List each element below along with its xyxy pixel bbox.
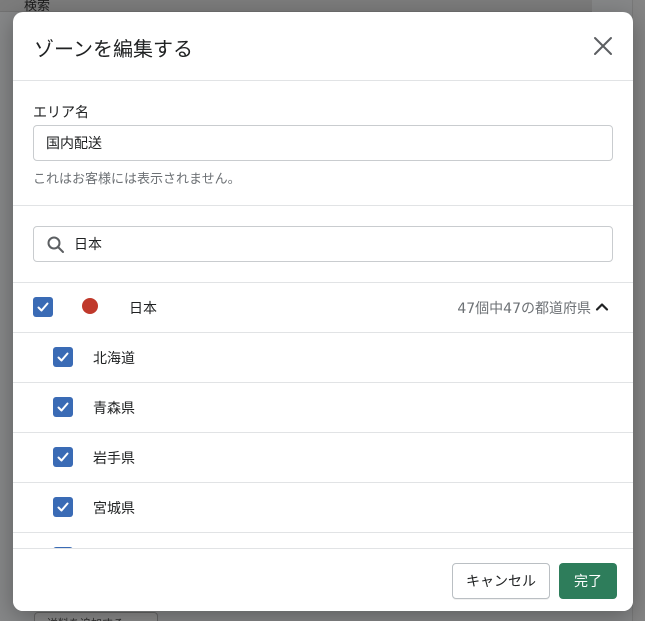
prefecture-row-partial[interactable] [13, 533, 633, 549]
region-list[interactable]: 日本 47個中47の都道府県 北海道 青森県 岩手県 宮城県 [13, 283, 633, 549]
close-icon [594, 37, 612, 55]
edit-zone-modal: ゾーンを編集する エリア名 これはお客様には表示されません。 日本 47個 [13, 12, 633, 611]
modal-header: ゾーンを編集する [13, 12, 633, 81]
chevron-up-icon[interactable] [594, 299, 610, 315]
japan-flag-icon [82, 298, 98, 314]
country-name: 日本 [129, 301, 157, 317]
search-icon [47, 236, 64, 253]
country-search-input[interactable] [74, 227, 604, 261]
checkmark-icon [37, 302, 49, 312]
prefecture-checkbox[interactable] [53, 397, 73, 417]
prefecture-row[interactable]: 宮城県 [13, 483, 633, 533]
modal-footer: キャンセル 完了 [13, 548, 633, 611]
country-row-japan[interactable]: 日本 47個中47の都道府県 [13, 283, 633, 333]
area-name-label: エリア名 [33, 105, 89, 121]
prefecture-name: 北海道 [93, 351, 135, 367]
checkmark-icon [57, 402, 69, 412]
checkmark-icon [57, 452, 69, 462]
prefecture-row[interactable]: 岩手県 [13, 433, 633, 483]
prefecture-name: 宮城県 [93, 501, 135, 517]
close-button[interactable] [591, 34, 615, 58]
prefecture-row[interactable]: 北海道 [13, 333, 633, 383]
area-name-section: エリア名 これはお客様には表示されません。 [13, 81, 633, 206]
country-checkbox[interactable] [33, 297, 53, 317]
country-search-section [13, 206, 633, 283]
prefecture-checkbox[interactable] [53, 497, 73, 517]
prefecture-name: 青森県 [93, 401, 135, 417]
prefecture-checkbox[interactable] [53, 447, 73, 467]
area-name-help-text: これはお客様には表示されません。 [33, 172, 241, 187]
prefecture-name: 岩手県 [93, 451, 135, 467]
modal-title: ゾーンを編集する [34, 37, 193, 61]
prefecture-checkbox[interactable] [53, 347, 73, 367]
area-name-input[interactable] [33, 125, 613, 161]
prefecture-count: 47個中47の都道府県 [457, 301, 591, 317]
country-search-box[interactable] [33, 226, 613, 262]
cancel-button[interactable]: キャンセル [452, 563, 550, 599]
checkmark-icon [57, 502, 69, 512]
prefecture-row[interactable]: 青森県 [13, 383, 633, 433]
checkmark-icon [57, 352, 69, 362]
done-button[interactable]: 完了 [559, 563, 617, 599]
